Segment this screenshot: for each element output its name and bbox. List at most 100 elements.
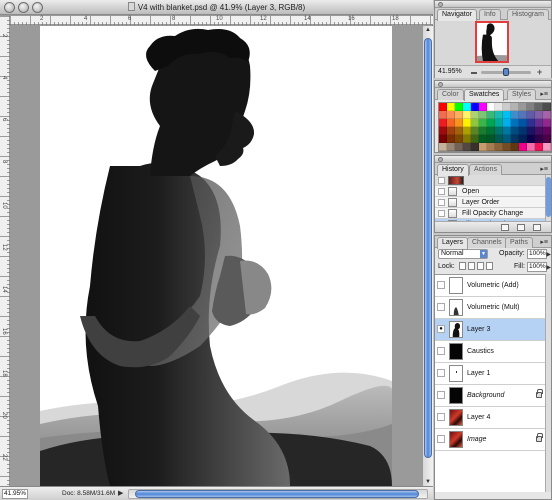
history-item[interactable]: Fill Opacity Change <box>435 208 551 219</box>
swatch[interactable] <box>527 143 535 151</box>
swatch[interactable] <box>543 135 551 143</box>
layer-thumbnail[interactable] <box>449 387 463 404</box>
swatch[interactable] <box>535 111 543 119</box>
new-document-from-state-icon[interactable] <box>501 224 509 231</box>
new-snapshot-icon[interactable] <box>517 224 525 231</box>
layer-visibility-eye-icon[interactable]: ● <box>437 325 445 333</box>
swatch[interactable] <box>463 111 471 119</box>
palette-titlebar[interactable] <box>435 156 551 163</box>
close-palette-button[interactable] <box>438 2 443 7</box>
swatch[interactable] <box>495 143 503 151</box>
palette-menu-icon[interactable]: ▸≡ <box>540 165 548 173</box>
palette-menu-icon[interactable]: ▸≡ <box>540 90 548 98</box>
swatch[interactable] <box>495 127 503 135</box>
layer-thumbnail[interactable] <box>449 343 463 360</box>
layer-visibility-eye-icon[interactable] <box>437 413 445 421</box>
tab-info[interactable]: Info <box>479 9 501 20</box>
layer-row[interactable]: Image <box>435 429 551 451</box>
layer-name[interactable]: Image <box>467 435 486 444</box>
history-scroll-thumb[interactable] <box>546 177 551 217</box>
layer-row[interactable]: Caustics <box>435 341 551 363</box>
history-brush-source-checkbox[interactable] <box>438 177 445 184</box>
swatch[interactable] <box>455 119 463 127</box>
layer-name[interactable]: Volumetric (Mult) <box>467 303 520 312</box>
swatch[interactable] <box>495 135 503 143</box>
swatch[interactable] <box>439 127 447 135</box>
swatch[interactable] <box>535 135 543 143</box>
swatch[interactable] <box>503 119 511 127</box>
tab-navigator[interactable]: Navigator <box>437 9 477 21</box>
layer-row[interactable]: Background <box>435 385 551 407</box>
swatch[interactable] <box>463 135 471 143</box>
layer-thumbnail[interactable] <box>449 431 463 448</box>
ruler-vertical[interactable]: 2 4 6 8 10 12 14 16 18 20 22 <box>0 16 10 486</box>
swatch[interactable] <box>543 127 551 135</box>
tab-styles[interactable]: Styles <box>507 89 537 100</box>
layer-thumbnail[interactable] <box>449 299 463 316</box>
tab-color[interactable]: Color <box>437 89 464 100</box>
layer-thumbnail[interactable] <box>449 321 463 338</box>
swatch[interactable] <box>479 143 487 151</box>
tab-swatches[interactable]: Swatches <box>464 89 505 101</box>
swatch[interactable] <box>487 103 495 111</box>
history-item[interactable]: Open <box>435 186 551 197</box>
close-palette-button[interactable] <box>438 157 443 162</box>
swatch[interactable] <box>511 127 519 135</box>
swatch[interactable] <box>527 111 535 119</box>
tab-paths[interactable]: Paths <box>505 237 533 248</box>
swatch[interactable] <box>447 119 455 127</box>
swatch[interactable] <box>543 143 551 151</box>
swatch[interactable] <box>487 127 495 135</box>
layer-visibility-eye-icon[interactable] <box>437 391 445 399</box>
swatch[interactable] <box>495 103 503 111</box>
layer-row[interactable]: Layer 4 <box>435 407 551 429</box>
trash-icon[interactable] <box>533 224 541 231</box>
swatch[interactable] <box>471 135 479 143</box>
swatch[interactable] <box>503 111 511 119</box>
opacity-arrow-icon[interactable]: ▶ <box>546 251 551 258</box>
swatch[interactable] <box>519 143 527 151</box>
swatch[interactable] <box>471 143 479 151</box>
swatch[interactable] <box>543 103 551 111</box>
layer-thumbnail[interactable] <box>449 409 463 426</box>
swatch[interactable] <box>511 135 519 143</box>
tab-actions[interactable]: Actions <box>469 164 502 175</box>
palette-titlebar[interactable] <box>435 1 551 8</box>
palette-titlebar[interactable] <box>435 81 551 88</box>
vertical-scrollbar[interactable]: ▲ ▼ <box>422 26 433 486</box>
swatch[interactable] <box>471 127 479 135</box>
palette-menu-icon[interactable]: ▸≡ <box>540 238 548 246</box>
navigator-zoom-value[interactable]: 41.95% <box>438 68 462 75</box>
history-brush-source-checkbox[interactable] <box>438 210 445 217</box>
swatch[interactable] <box>527 119 535 127</box>
swatch[interactable] <box>439 111 447 119</box>
history-scrollbar[interactable] <box>545 175 551 222</box>
swatch[interactable] <box>479 103 487 111</box>
swatch[interactable] <box>455 135 463 143</box>
history-snapshot[interactable] <box>435 175 551 186</box>
layer-name[interactable]: Layer 1 <box>467 369 490 378</box>
horizontal-scrollbar[interactable] <box>128 489 428 499</box>
image-canvas[interactable] <box>40 26 392 486</box>
swatch[interactable] <box>519 103 527 111</box>
swatch[interactable] <box>439 143 447 151</box>
swatch[interactable] <box>511 119 519 127</box>
swatch[interactable] <box>543 111 551 119</box>
zoom-slider-handle[interactable] <box>503 68 509 76</box>
tab-channels[interactable]: Channels <box>467 237 507 248</box>
lock-all-checkbox[interactable] <box>486 262 493 270</box>
swatch[interactable] <box>487 143 495 151</box>
history-item[interactable]: Layer Order <box>435 197 551 208</box>
fill-field[interactable]: 100% <box>527 262 547 272</box>
swatch[interactable] <box>447 111 455 119</box>
swatch[interactable] <box>487 111 495 119</box>
zoom-in-icon[interactable]: + <box>537 67 542 77</box>
swatch[interactable] <box>535 119 543 127</box>
swatch[interactable] <box>479 111 487 119</box>
swatch[interactable] <box>511 111 519 119</box>
tab-histogram[interactable]: Histogram <box>507 9 549 20</box>
layer-thumbnail[interactable] <box>449 365 463 382</box>
history-brush-source-checkbox[interactable] <box>438 188 445 195</box>
swatch[interactable] <box>455 127 463 135</box>
swatch[interactable] <box>455 111 463 119</box>
